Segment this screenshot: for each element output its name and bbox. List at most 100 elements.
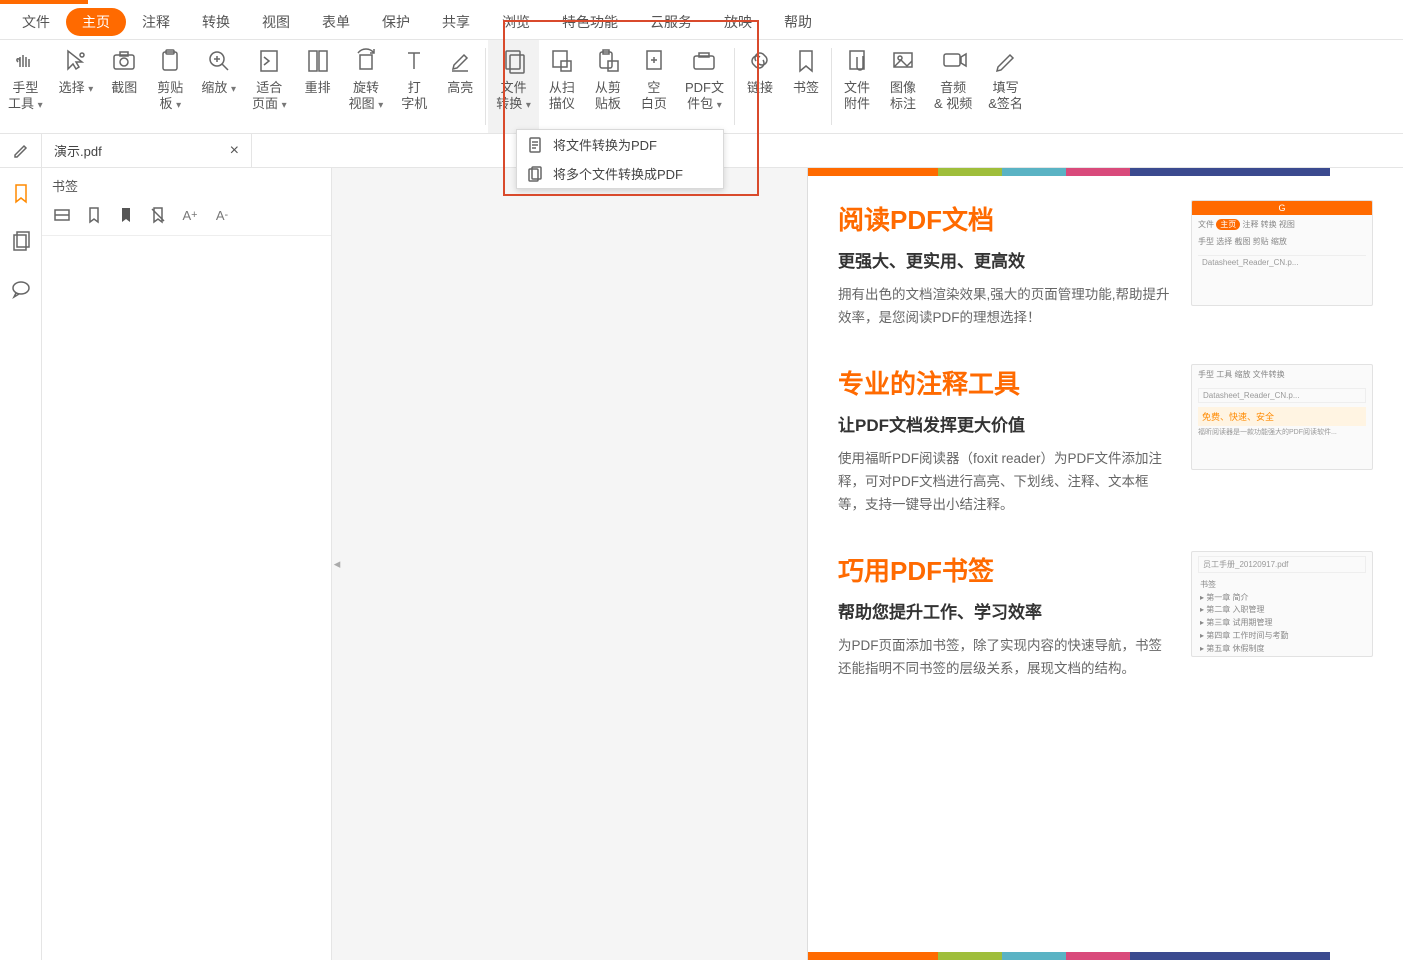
ribbon-blankpage-button[interactable]: 空白页 bbox=[631, 40, 677, 133]
menu-bar: 文件 主页 注释 转换 视图 表单 保护 共享 浏览 特色功能 云服务 放映 帮… bbox=[0, 4, 1403, 40]
ribbon-button-label: 链接 bbox=[747, 80, 773, 96]
ribbon-scanner-button[interactable]: 从扫描仪 bbox=[539, 40, 585, 133]
fitpage-icon bbox=[254, 46, 284, 76]
feature-thumbnail: G 文件 主页 注释 转换 视图 手型 选择 截图 剪贴 缩放 Datashee… bbox=[1191, 200, 1373, 306]
page-gutter bbox=[332, 168, 807, 960]
ribbon-button-label: 填写&签名 bbox=[988, 80, 1023, 113]
bm-add-sub-icon[interactable] bbox=[116, 205, 136, 225]
ribbon-imgannot-button[interactable]: 图像标注 bbox=[880, 40, 926, 133]
bm-font-bigger-icon[interactable]: A+ bbox=[180, 205, 200, 225]
chevron-down-icon: ▾ bbox=[176, 100, 181, 111]
menu-cloud[interactable]: 云服务 bbox=[634, 8, 708, 36]
pdf-page[interactable]: 阅读PDF文档 更强大、更实用、更高效 拥有出色的文档渲染效果,强大的页面管理功… bbox=[807, 168, 1403, 960]
bm-add-icon[interactable] bbox=[84, 205, 104, 225]
ribbon-button-label: 剪贴板 ▾ bbox=[157, 80, 183, 113]
snapshot-icon bbox=[109, 46, 139, 76]
ribbon-hand-button[interactable]: 手型工具 ▾ bbox=[0, 40, 51, 133]
ribbon-zoom-button[interactable]: 缩放 ▾ bbox=[193, 40, 244, 133]
feature-body: 为PDF页面添加书签，除了实现内容的快速导航，书签还能指明不同书签的层级关系，展… bbox=[838, 635, 1171, 681]
feature-title: 阅读PDF文档 bbox=[838, 200, 1171, 237]
ribbon-button-label: 空白页 bbox=[641, 80, 667, 113]
panel-collapse-handle[interactable]: ◂ bbox=[332, 540, 342, 588]
ribbon-rotate-button[interactable]: 旋转视图 ▾ bbox=[341, 40, 392, 133]
bm-font-smaller-icon[interactable]: A- bbox=[212, 205, 232, 225]
ribbon-reflow-button[interactable]: 重排 bbox=[295, 40, 341, 133]
portfolio-icon bbox=[689, 46, 719, 76]
reflow-icon bbox=[303, 46, 333, 76]
menu-browse[interactable]: 浏览 bbox=[486, 8, 546, 36]
bm-delete-icon[interactable] bbox=[148, 205, 168, 225]
ribbon-portfolio-button[interactable]: PDF文件包 ▾ bbox=[677, 40, 732, 133]
feature-body: 使用福昕PDF阅读器（foxit reader）为PDF文件添加注释，可对PDF… bbox=[838, 448, 1171, 517]
workspace: 书签 A+ A- ◂ 阅读PDF文档 更强大、更实用、更高效 拥有出色的文档渲染… bbox=[0, 168, 1403, 960]
bookmarks-toolbar: A+ A- bbox=[42, 201, 331, 236]
feature-block: 巧用PDF书签 帮助您提升工作、学习效率 为PDF页面添加书签，除了实现内容的快… bbox=[808, 527, 1403, 691]
ribbon-select-button[interactable]: 选择 ▾ bbox=[51, 40, 102, 133]
menu-file[interactable]: 文件 bbox=[6, 8, 66, 36]
blankpage-icon bbox=[639, 46, 669, 76]
ribbon-link-button[interactable]: 链接 bbox=[737, 40, 783, 133]
ribbon-button-label: 适合页面 ▾ bbox=[252, 80, 287, 113]
feature-body: 拥有出色的文档渲染效果,强大的页面管理功能,帮助提升效率，是您阅读PDF的理想选… bbox=[838, 284, 1171, 330]
rail-comments[interactable] bbox=[8, 276, 34, 302]
ribbon-fillsign-button[interactable]: 填写&签名 bbox=[980, 40, 1031, 133]
hand-icon bbox=[10, 46, 40, 76]
dropdown-convert-multi[interactable]: 将多个文件转换成PDF bbox=[517, 159, 723, 188]
ribbon-button-label: 手型工具 ▾ bbox=[8, 80, 43, 113]
clipboard-icon bbox=[155, 46, 185, 76]
menu-convert[interactable]: 转换 bbox=[186, 8, 246, 36]
chevron-down-icon: ▾ bbox=[526, 100, 531, 111]
chevron-down-icon: ▾ bbox=[378, 100, 383, 111]
fromclipboard-icon bbox=[593, 46, 623, 76]
ribbon-snapshot-button[interactable]: 截图 bbox=[101, 40, 147, 133]
feature-subtitle: 更强大、更实用、更高效 bbox=[838, 247, 1171, 272]
rail-bookmarks[interactable] bbox=[8, 180, 34, 206]
document-tab[interactable]: 演示.pdf × bbox=[42, 134, 252, 167]
menu-special[interactable]: 特色功能 bbox=[546, 8, 634, 36]
feature-subtitle: 帮助您提升工作、学习效率 bbox=[838, 598, 1171, 623]
ribbon-audiovideo-button[interactable]: 音频& 视频 bbox=[926, 40, 980, 133]
menu-form[interactable]: 表单 bbox=[306, 8, 366, 36]
ribbon-fromclipboard-button[interactable]: 从剪贴板 bbox=[585, 40, 631, 133]
ribbon-button-label: 截图 bbox=[111, 80, 137, 96]
typewriter-icon bbox=[399, 46, 429, 76]
bm-expand-icon[interactable] bbox=[52, 205, 72, 225]
menu-share[interactable]: 共享 bbox=[426, 8, 486, 36]
chevron-down-icon: ▾ bbox=[717, 100, 722, 111]
ribbon-bookmark-button[interactable]: 书签 bbox=[783, 40, 829, 133]
ribbon-button-label: 选择 ▾ bbox=[59, 80, 94, 97]
ribbon-typewriter-button[interactable]: 打字机 bbox=[391, 40, 437, 133]
ribbon-button-label: 重排 bbox=[305, 80, 331, 96]
rail-pages[interactable] bbox=[8, 228, 34, 254]
ribbon-button-label: 从扫描仪 bbox=[549, 80, 575, 113]
ribbon-button-label: 高亮 bbox=[447, 80, 473, 96]
ribbon-button-label: 书签 bbox=[793, 80, 819, 96]
menu-comment[interactable]: 注释 bbox=[126, 8, 186, 36]
ribbon-button-label: 文件转换 ▾ bbox=[496, 80, 531, 113]
menu-home[interactable]: 主页 bbox=[66, 8, 126, 36]
ribbon-button-label: 从剪贴板 bbox=[595, 80, 621, 113]
menu-slideshow[interactable]: 放映 bbox=[708, 8, 768, 36]
chevron-down-icon: ▾ bbox=[282, 100, 287, 111]
ribbon-highlight-button[interactable]: 高亮 bbox=[437, 40, 483, 133]
menu-protect[interactable]: 保护 bbox=[366, 8, 426, 36]
feature-block: 阅读PDF文档 更强大、更实用、更高效 拥有出色的文档渲染效果,强大的页面管理功… bbox=[808, 176, 1403, 340]
ribbon-button-label: 打字机 bbox=[401, 80, 427, 113]
ribbon-attachment-button[interactable]: 文件附件 bbox=[834, 40, 880, 133]
ribbon-fitpage-button[interactable]: 适合页面 ▾ bbox=[244, 40, 295, 133]
menu-help[interactable]: 帮助 bbox=[768, 8, 828, 36]
dropdown-item-label: 将文件转换为PDF bbox=[553, 135, 657, 154]
edit-mode-icon[interactable] bbox=[0, 134, 42, 168]
ribbon-clipboard-button[interactable]: 剪贴板 ▾ bbox=[147, 40, 193, 133]
ribbon-button-label: 缩放 ▾ bbox=[201, 80, 236, 97]
ribbon-fileconvert-button[interactable]: 文件转换 ▾ bbox=[488, 40, 539, 133]
decorative-stripe bbox=[808, 168, 1403, 176]
left-nav-rail bbox=[0, 168, 42, 960]
dropdown-convert-file[interactable]: 将文件转换为PDF bbox=[517, 130, 723, 159]
doc-icon bbox=[527, 137, 543, 153]
file-convert-dropdown: 将文件转换为PDF 将多个文件转换成PDF bbox=[516, 129, 724, 189]
menu-view[interactable]: 视图 bbox=[246, 8, 306, 36]
highlight-icon bbox=[445, 46, 475, 76]
multidoc-icon bbox=[527, 166, 543, 182]
close-icon[interactable]: × bbox=[230, 142, 239, 160]
